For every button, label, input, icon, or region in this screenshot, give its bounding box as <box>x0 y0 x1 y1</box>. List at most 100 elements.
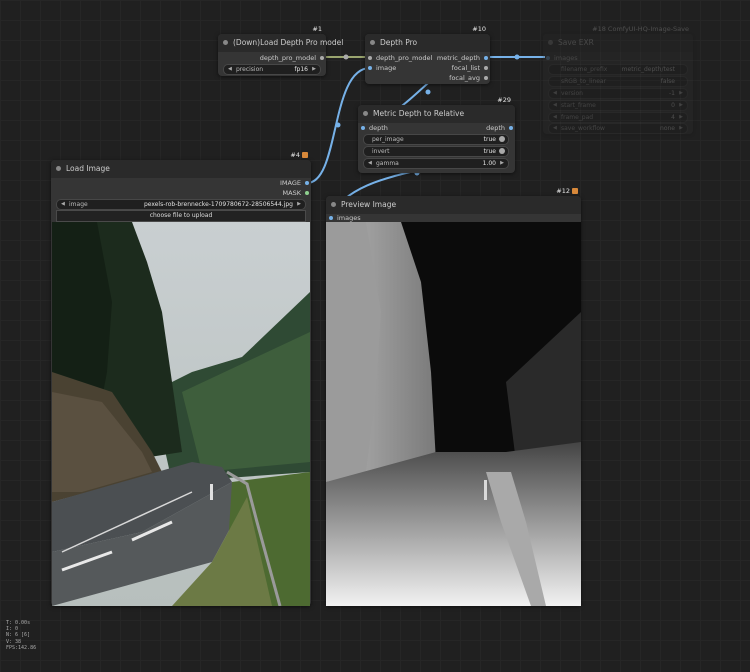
arrow-right-icon[interactable]: ▶ <box>679 113 683 122</box>
collapse-dot[interactable] <box>548 40 553 45</box>
gamma-stepper[interactable]: ◀ gamma 1.00 ▶ <box>363 158 509 169</box>
slot-label: depth_pro_model <box>376 54 433 62</box>
widget-label: precision <box>236 66 264 73</box>
widget-value: -1 <box>669 90 675 97</box>
arrow-right-icon[interactable]: ▶ <box>679 124 683 133</box>
input-slot-images[interactable]: images <box>329 214 361 222</box>
node-load-depth-pro-model[interactable]: #1 (Down)Load Depth Pro model depth_pro_… <box>218 25 343 76</box>
input-slot-image[interactable]: image <box>368 64 396 72</box>
slot-dot[interactable] <box>484 76 488 80</box>
collapse-dot[interactable] <box>56 166 61 171</box>
node-depth-pro[interactable]: #10 Depth Pro depth_pro_model image metr… <box>365 25 490 84</box>
toggle-knob[interactable] <box>499 148 505 154</box>
arrow-right-icon[interactable]: ▶ <box>312 65 316 74</box>
invert-toggle[interactable]: invert true <box>363 146 509 157</box>
node-title[interactable]: (Down)Load Depth Pro model <box>218 34 343 52</box>
collapse-dot[interactable] <box>370 40 375 45</box>
widget-label: version <box>561 90 583 97</box>
node-id-text: #4 <box>290 151 300 159</box>
collapse-dot[interactable] <box>363 111 368 116</box>
collapse-dot[interactable] <box>331 202 336 207</box>
arrow-right-icon[interactable]: ▶ <box>679 89 683 98</box>
node-metric-depth-to-relative[interactable]: #29 Metric Depth to Relative depth depth… <box>358 96 515 173</box>
arrow-left-icon[interactable]: ◀ <box>61 200 65 209</box>
node-title[interactable]: Save EXR <box>543 34 693 52</box>
filename-prefix-input[interactable]: filename_prefix metric_depth/test <box>548 64 688 75</box>
input-slot-images[interactable]: images <box>546 54 578 62</box>
widget-label: start_frame <box>561 102 596 109</box>
slot-dot[interactable] <box>484 66 488 70</box>
output-slot-focal-list[interactable]: focal_list <box>452 64 488 72</box>
widget-value: metric_depth/test <box>621 66 675 73</box>
arrow-left-icon[interactable]: ◀ <box>553 124 557 133</box>
slot-dot[interactable] <box>329 216 333 220</box>
slot-label: focal_avg <box>449 74 480 82</box>
slot-label: depth_pro_model <box>259 54 316 62</box>
upload-button[interactable]: choose file to upload <box>56 210 306 222</box>
stat-fps: FPS:142.86 <box>6 644 37 651</box>
widget-value: none <box>660 125 675 132</box>
start-frame-stepper[interactable]: ◀ start_frame 0 ▶ <box>548 100 688 111</box>
widget-value: 1.00 <box>482 160 496 167</box>
collapse-dot[interactable] <box>223 40 228 45</box>
badge-icon <box>572 188 578 194</box>
node-preview-image[interactable]: #12 Preview Image images <box>326 187 581 606</box>
node-title[interactable]: Depth Pro <box>365 34 490 52</box>
node-title[interactable]: Preview Image <box>326 196 581 214</box>
node-save-exr[interactable]: #18 ComfyUI-HQ-Image-Save Save EXR image… <box>543 25 693 134</box>
slot-label: MASK <box>282 189 301 197</box>
slot-dot[interactable] <box>305 191 309 195</box>
slot-label: depth <box>369 124 388 132</box>
arrow-right-icon[interactable]: ▶ <box>679 101 683 110</box>
arrow-right-icon[interactable]: ▶ <box>297 200 301 209</box>
output-slot-focal-avg[interactable]: focal_avg <box>449 74 488 82</box>
node-title[interactable]: Load Image <box>51 160 311 178</box>
depth-preview-image <box>326 222 581 606</box>
slot-dot[interactable] <box>484 56 488 60</box>
arrow-left-icon[interactable]: ◀ <box>553 101 557 110</box>
node-id-text: #12 <box>556 187 570 195</box>
input-slot-depth[interactable]: depth <box>361 124 388 132</box>
node-load-image[interactable]: #4 Load Image IMAGE MASK ◀ image pexels-… <box>51 151 311 606</box>
slot-dot[interactable] <box>509 126 513 130</box>
widget-value: true <box>483 136 496 143</box>
precision-select[interactable]: ◀ precision fp16 ▶ <box>223 64 321 75</box>
output-slot-image[interactable]: IMAGE <box>280 179 309 187</box>
output-slot-mask[interactable]: MASK <box>283 189 309 197</box>
widget-value: pexels-rob-brennecke-1709780672-28506544… <box>143 201 293 208</box>
per-image-toggle[interactable]: per_image true <box>363 134 509 145</box>
output-slot-depth-pro-model[interactable]: depth_pro_model <box>260 54 324 62</box>
slot-dot[interactable] <box>546 56 550 60</box>
node-title-text: Preview Image <box>341 200 397 209</box>
node-id: #18 ComfyUI-HQ-Image-Save <box>592 25 689 33</box>
slot-dot[interactable] <box>368 66 372 70</box>
slot-label: IMAGE <box>279 179 301 187</box>
arrow-left-icon[interactable]: ◀ <box>228 65 232 74</box>
node-title[interactable]: Metric Depth to Relative <box>358 105 515 123</box>
slot-dot[interactable] <box>320 56 324 60</box>
slot-label: image <box>376 64 397 72</box>
node-title-text: Save EXR <box>558 38 594 47</box>
srgb-to-linear-toggle[interactable]: sRGB_to_linear false <box>548 76 688 87</box>
widget-value: 4 <box>671 114 675 121</box>
output-slot-metric-depth[interactable]: metric_depth <box>437 54 488 62</box>
badge-icon <box>302 152 308 158</box>
image-select[interactable]: ◀ image pexels-rob-brennecke-1709780672-… <box>56 199 306 210</box>
arrow-left-icon[interactable]: ◀ <box>368 159 372 168</box>
output-slot-depth[interactable]: depth <box>486 124 513 132</box>
input-slot-depth-pro-model[interactable]: depth_pro_model <box>368 54 432 62</box>
node-id: #12 <box>556 187 578 195</box>
frame-pad-stepper[interactable]: ◀ frame_pad 4 ▶ <box>548 112 688 123</box>
slot-dot[interactable] <box>361 126 365 130</box>
toggle-knob[interactable] <box>499 136 505 142</box>
slot-dot[interactable] <box>368 56 372 60</box>
arrow-left-icon[interactable]: ◀ <box>553 89 557 98</box>
arrow-left-icon[interactable]: ◀ <box>553 113 557 122</box>
save-workflow-select[interactable]: ◀ save_workflow none ▶ <box>548 123 688 134</box>
slot-dot[interactable] <box>305 181 309 185</box>
widget-value: fp16 <box>294 66 308 73</box>
version-stepper[interactable]: ◀ version -1 ▶ <box>548 88 688 99</box>
arrow-right-icon[interactable]: ▶ <box>500 159 504 168</box>
node-id: #4 <box>290 151 308 159</box>
node-title-text: Depth Pro <box>380 38 418 47</box>
